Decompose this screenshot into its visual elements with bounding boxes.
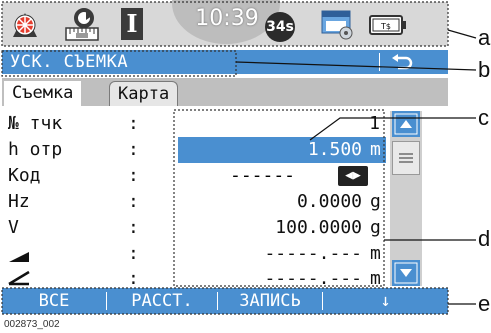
scroll-up-button[interactable]: [392, 111, 420, 137]
card-memory-icon[interactable]: [318, 8, 358, 42]
leader-a: [447, 29, 477, 39]
row-label: Код: [8, 165, 41, 186]
slope-distance-value: -----.---: [264, 243, 362, 264]
row-colon: :: [128, 191, 139, 212]
title-separator: [379, 53, 380, 71]
back-arrow-icon[interactable]: [386, 50, 416, 74]
page-title: УСК. СЪЕМКА: [10, 52, 129, 72]
row-label: h отр: [8, 139, 63, 160]
row-label: V: [8, 217, 19, 238]
battery-label: T$: [380, 22, 391, 31]
callout-a: a: [478, 25, 491, 50]
softkey-all[interactable]: ВСЕ: [2, 288, 106, 314]
clock-time: 10:39: [195, 6, 259, 31]
face-indicator-icon[interactable]: I: [121, 8, 143, 40]
status-bar: I 10:39 34s T$: [2, 0, 448, 46]
title-bar: УСК. СЪЕМКА: [2, 50, 448, 74]
softkey-page-down[interactable]: ↓: [323, 288, 448, 314]
row-hz: Hz : 0.0000 g: [2, 189, 386, 215]
row-code[interactable]: Код : ------ ◀▶: [2, 163, 386, 189]
scrollbar[interactable]: [390, 111, 422, 286]
row-colon: :: [128, 243, 139, 264]
horizontal-distance-icon: [8, 270, 30, 286]
row-colon: :: [128, 113, 139, 134]
tab-map[interactable]: Карта: [109, 81, 179, 107]
row-colon: :: [128, 165, 139, 186]
softkey-record[interactable]: ЗАПИСЬ: [218, 288, 322, 314]
row-colon: :: [128, 268, 139, 286]
slope-distance-icon: [8, 247, 30, 268]
figure-id: 002873_002: [4, 319, 60, 330]
measure-target-icon[interactable]: [8, 8, 42, 42]
row-colon: :: [128, 217, 139, 238]
scroll-down-button[interactable]: [392, 260, 420, 286]
battery-icon[interactable]: T$: [368, 8, 408, 42]
left-right-toggle-icon[interactable]: ◀▶: [338, 166, 368, 186]
code-value[interactable]: ------: [230, 165, 295, 186]
callout-b: b: [478, 57, 491, 82]
callout-d: d: [478, 226, 491, 251]
row-unit: g: [370, 217, 381, 238]
point-number-value[interactable]: 1: [369, 113, 380, 134]
row-label: Hz: [8, 191, 30, 212]
instrument-screen: I 10:39 34s T$ УСК. СЪЕМКА Съемка Карта …: [0, 0, 451, 318]
tab-bar: Съемка Карта: [2, 78, 448, 107]
chevron-down-icon: [394, 262, 418, 284]
row-label: № тчк: [8, 113, 63, 134]
callout-e: e: [478, 291, 491, 316]
row-unit: g: [370, 191, 381, 212]
horizontal-distance-value: -----.---: [264, 268, 362, 286]
row-horizontal-distance: : -----.--- m: [2, 266, 386, 286]
row-reflector-height[interactable]: h отр : 1.500 m: [2, 137, 386, 163]
reflector-height-value[interactable]: 1.500: [308, 139, 362, 160]
row-colon: :: [128, 139, 139, 160]
hz-value: 0.0000: [296, 191, 362, 212]
row-slope-distance: : -----.--- m: [2, 241, 386, 267]
measurement-form: № тчк : 1 h отр : 1.500 m Код : ------ ◀…: [2, 106, 448, 286]
callout-c: c: [478, 105, 489, 130]
softkey-bar: ВСЕ РАССТ. ЗАПИСЬ ↓: [2, 288, 448, 314]
v-value: 100.0000: [275, 217, 362, 238]
row-v: V : 100.0000 g: [2, 215, 386, 241]
chevron-up-icon: [394, 113, 418, 135]
row-unit: m: [370, 139, 381, 160]
row-unit: m: [370, 243, 381, 264]
prism-constant-icon[interactable]: 34s: [265, 12, 295, 42]
softkey-distance[interactable]: РАССТ.: [107, 288, 217, 314]
tab-survey[interactable]: Съемка: [4, 81, 82, 106]
level-tilt-icon[interactable]: [62, 8, 102, 42]
row-point-number[interactable]: № тчк : 1: [2, 111, 386, 137]
row-unit: m: [370, 268, 381, 286]
scroll-thumb[interactable]: [392, 141, 420, 175]
